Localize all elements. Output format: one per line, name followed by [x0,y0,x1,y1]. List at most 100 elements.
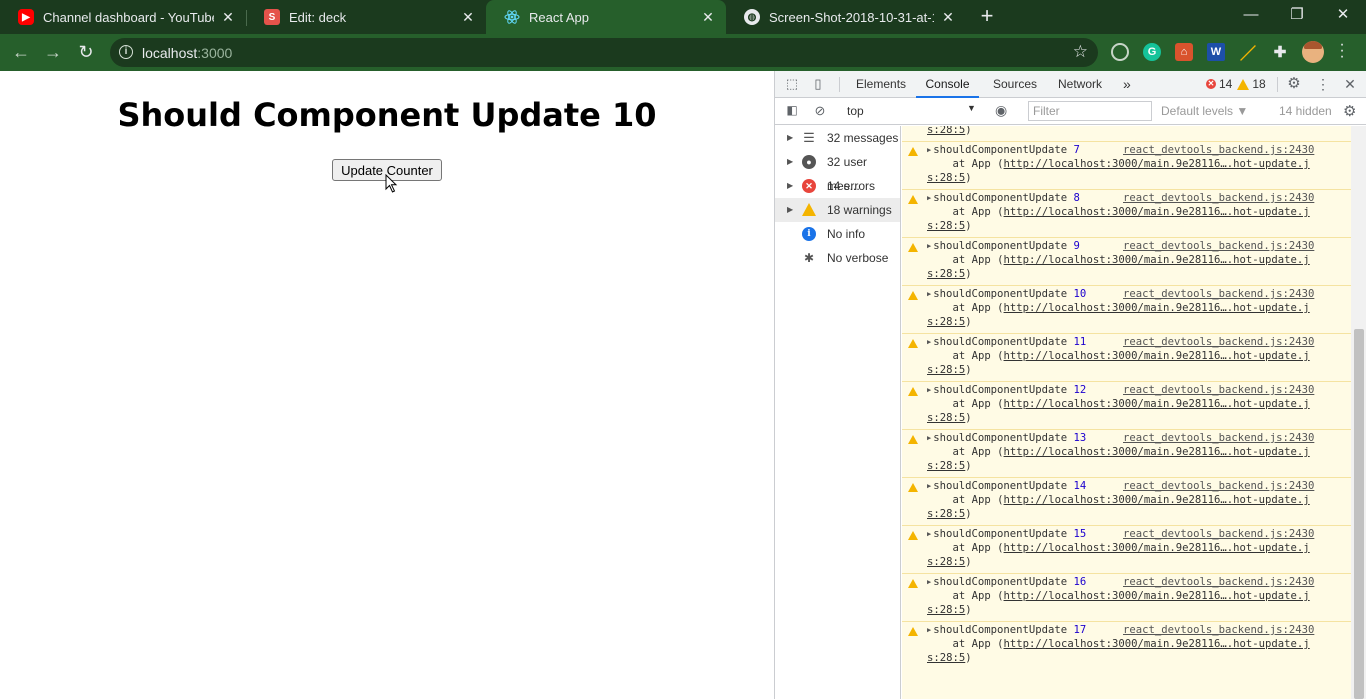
console-warning-row[interactable]: ▶ shouldComponentUpdate 14 react_devtools_… [902,477,1351,525]
inspect-element-icon[interactable]: ⬚ [784,76,800,92]
stack-url-link[interactable]: http://localhost:3000/main.9e28116….hot-… [1004,494,1310,506]
expand-triangle-icon[interactable]: ▶ [927,338,931,346]
log-message[interactable]: ▶ shouldComponentUpdate 11 [927,336,1086,348]
console-settings-icon[interactable]: ⚙ [1343,102,1356,120]
console-warning-row[interactable]: ▶ shouldComponentUpdate 13 react_devtools_… [902,429,1351,477]
tab-screenshot[interactable]: ◍ Screen-Shot-2018-10-31-at-1.44 ✕ [726,0,966,34]
sidebar-item-warnings[interactable]: ▶ 18 warnings [775,198,900,222]
expand-triangle-icon[interactable]: ▶ [927,290,931,298]
scrollbar-thumb[interactable] [1354,329,1364,699]
sidebar-item-verbose[interactable]: ✱ No verbose [775,246,900,270]
reload-icon[interactable]: ↻ [73,40,99,66]
bookmark-star-icon[interactable]: ☆ [1073,42,1088,62]
expand-triangle-icon[interactable]: ▶ [927,626,931,634]
device-toolbar-icon[interactable]: ▯ [810,76,826,92]
clear-console-icon[interactable]: ⊘ [812,103,828,119]
log-message[interactable]: ▶ shouldComponentUpdate 13 [927,432,1086,444]
log-message[interactable]: ▶ shouldComponentUpdate 17 [927,624,1086,636]
expand-triangle-icon[interactable]: ▶ [927,530,931,538]
stack-url-link[interactable]: http://localhost:3000/main.9e28116….hot-… [1004,350,1310,362]
puzzle-icon[interactable]: ✚ [1271,43,1289,61]
log-message[interactable]: ▶ shouldComponentUpdate 15 [927,528,1086,540]
expand-triangle-icon[interactable]: ▶ [927,386,931,394]
close-icon[interactable]: ✕ [940,9,956,25]
tab-network[interactable]: Network [1058,71,1102,98]
console-warning-row[interactable]: ▶ shouldComponentUpdate 9 react_devtools_b… [902,237,1351,285]
extension-circle-icon[interactable] [1111,43,1129,61]
sidebar-item-messages[interactable]: ▶ ☰ 32 messages [775,126,900,150]
tab-console[interactable]: Console [916,71,979,98]
log-message[interactable]: ▶ shouldComponentUpdate 8 [927,192,1080,204]
log-message[interactable]: ▶ shouldComponentUpdate 9 [927,240,1080,252]
log-source-link[interactable]: react_devtools_backend.js:2430 [1123,576,1314,588]
console-warning-row[interactable]: ▶ shouldComponentUpdate 10 react_devtools_… [902,285,1351,333]
close-icon[interactable]: ✕ [220,9,236,25]
console-warning-row[interactable]: ▶ shouldComponentUpdate 11 react_devtools_… [902,333,1351,381]
site-info-icon[interactable]: i [119,45,133,59]
log-source-link[interactable]: react_devtools_backend.js:2430 [1123,528,1314,540]
context-selector[interactable]: top [847,104,864,118]
log-source-link[interactable]: react_devtools_backend.js:2430 [1123,288,1314,300]
close-icon[interactable]: ✕ [700,9,716,25]
chevron-down-icon[interactable]: ▼ [967,103,976,113]
restore-button[interactable]: ❐ [1282,4,1312,28]
expand-triangle-icon[interactable]: ▶ [927,146,931,154]
tab-react-app[interactable]: React App ✕ [486,0,726,34]
log-message[interactable]: ▶ shouldComponentUpdate 12 [927,384,1086,396]
close-icon[interactable]: ✕ [460,9,476,25]
log-source-link[interactable]: react_devtools_backend.js:2430 [1123,336,1314,348]
log-source-link[interactable]: react_devtools_backend.js:2430 [1123,432,1314,444]
expand-triangle-icon[interactable]: ▶ [927,578,931,586]
log-message[interactable]: ▶ shouldComponentUpdate 7 [927,144,1080,156]
forward-arrow-icon[interactable]: → [40,40,66,66]
stack-url-link[interactable]: http://localhost:3000/main.9e28116….hot-… [1004,542,1310,554]
stack-url-link[interactable]: http://localhost:3000/main.9e28116….hot-… [1004,254,1310,266]
expand-triangle-icon[interactable]: ▶ [927,434,931,442]
console-warning-row[interactable]: ▶ shouldComponentUpdate 15 react_devtools_… [902,525,1351,573]
console-warning-row[interactable]: ▶ shouldComponentUpdate 12 react_devtools_… [902,381,1351,429]
stack-url-link[interactable]: http://localhost:3000/main.9e28116….hot-… [1004,398,1310,410]
back-arrow-icon[interactable]: ← [8,40,34,66]
sidebar-item-errors[interactable]: ▶ ✕ 14 errors [775,174,900,198]
issue-counts[interactable]: ✕ 14 18 [1206,77,1266,91]
grammarly-icon[interactable]: G [1143,43,1161,61]
log-source-link[interactable]: react_devtools_backend.js:2430 [1123,240,1314,252]
extension-w-icon[interactable]: W [1207,43,1225,61]
console-scrollbar[interactable] [1351,126,1366,699]
stack-url-link[interactable]: http://localhost:3000/main.9e28116….hot-… [1004,158,1310,170]
eye-icon[interactable]: ◉ [995,102,1007,119]
console-warning-row[interactable]: ▶shouldComponentUpdate 6react_devtools_b… [902,126,1351,141]
console-filter-input[interactable] [1028,101,1152,121]
stack-url-link[interactable]: http://localhost:3000/main.9e28116….hot-… [1004,446,1310,458]
stack-url-link[interactable]: http://localhost:3000/main.9e28116….hot-… [1004,302,1310,314]
log-source-link[interactable]: react_devtools_backend.js:2430 [1123,192,1314,204]
tab-sources[interactable]: Sources [993,71,1037,98]
more-menu-icon[interactable]: · · · [1336,37,1348,65]
profile-avatar[interactable] [1302,41,1324,63]
console-warning-row[interactable]: ▶ shouldComponentUpdate 16 react_devtools_… [902,573,1351,621]
console-warning-row[interactable]: ▶ shouldComponentUpdate 8 react_devtools_b… [902,189,1351,237]
log-message[interactable]: ▶ shouldComponentUpdate 14 [927,480,1086,492]
log-message[interactable]: ▶ shouldComponentUpdate 10 [927,288,1086,300]
log-source-link[interactable]: react_devtools_backend.js:2430 [1123,144,1314,156]
extension-red-icon[interactable]: ⌂ [1175,43,1193,61]
stack-url-link[interactable]: http://localhost:3000/main.9e28116….hot-… [1004,638,1310,650]
sidebar-toggle-icon[interactable]: ◧ [784,103,800,119]
stack-url-link[interactable]: http://localhost:3000/main.9e28116….hot-… [1004,590,1310,602]
pencil-icon[interactable]: ／ [1239,43,1257,63]
stack-url-link[interactable]: http://localhost:3000/main.9e28116….hot-… [1004,206,1310,218]
tab-edit-deck[interactable]: S Edit: deck ✕ [246,0,486,34]
sidebar-item-info[interactable]: i No info [775,222,900,246]
url-text[interactable]: localhost:3000 [142,45,232,61]
new-tab-button[interactable]: + [976,5,998,29]
log-source-link[interactable]: react_devtools_backend.js:2430 [1123,624,1314,636]
log-message[interactable]: ▶ shouldComponentUpdate 16 [927,576,1086,588]
close-devtools-icon[interactable]: ✕ [1342,76,1358,92]
expand-triangle-icon[interactable]: ▶ [927,194,931,202]
sidebar-item-user-messages[interactable]: ▶ ● 32 user mes... [775,150,900,193]
tab-elements[interactable]: Elements [856,71,906,98]
expand-triangle-icon[interactable]: ▶ [927,482,931,490]
console-warning-row[interactable]: ▶ shouldComponentUpdate 17 react_devtools_… [902,621,1351,669]
settings-gear-icon[interactable]: ⚙ [1286,76,1302,92]
tab-youtube[interactable]: ▶ Channel dashboard - YouTube St ✕ [0,0,246,34]
